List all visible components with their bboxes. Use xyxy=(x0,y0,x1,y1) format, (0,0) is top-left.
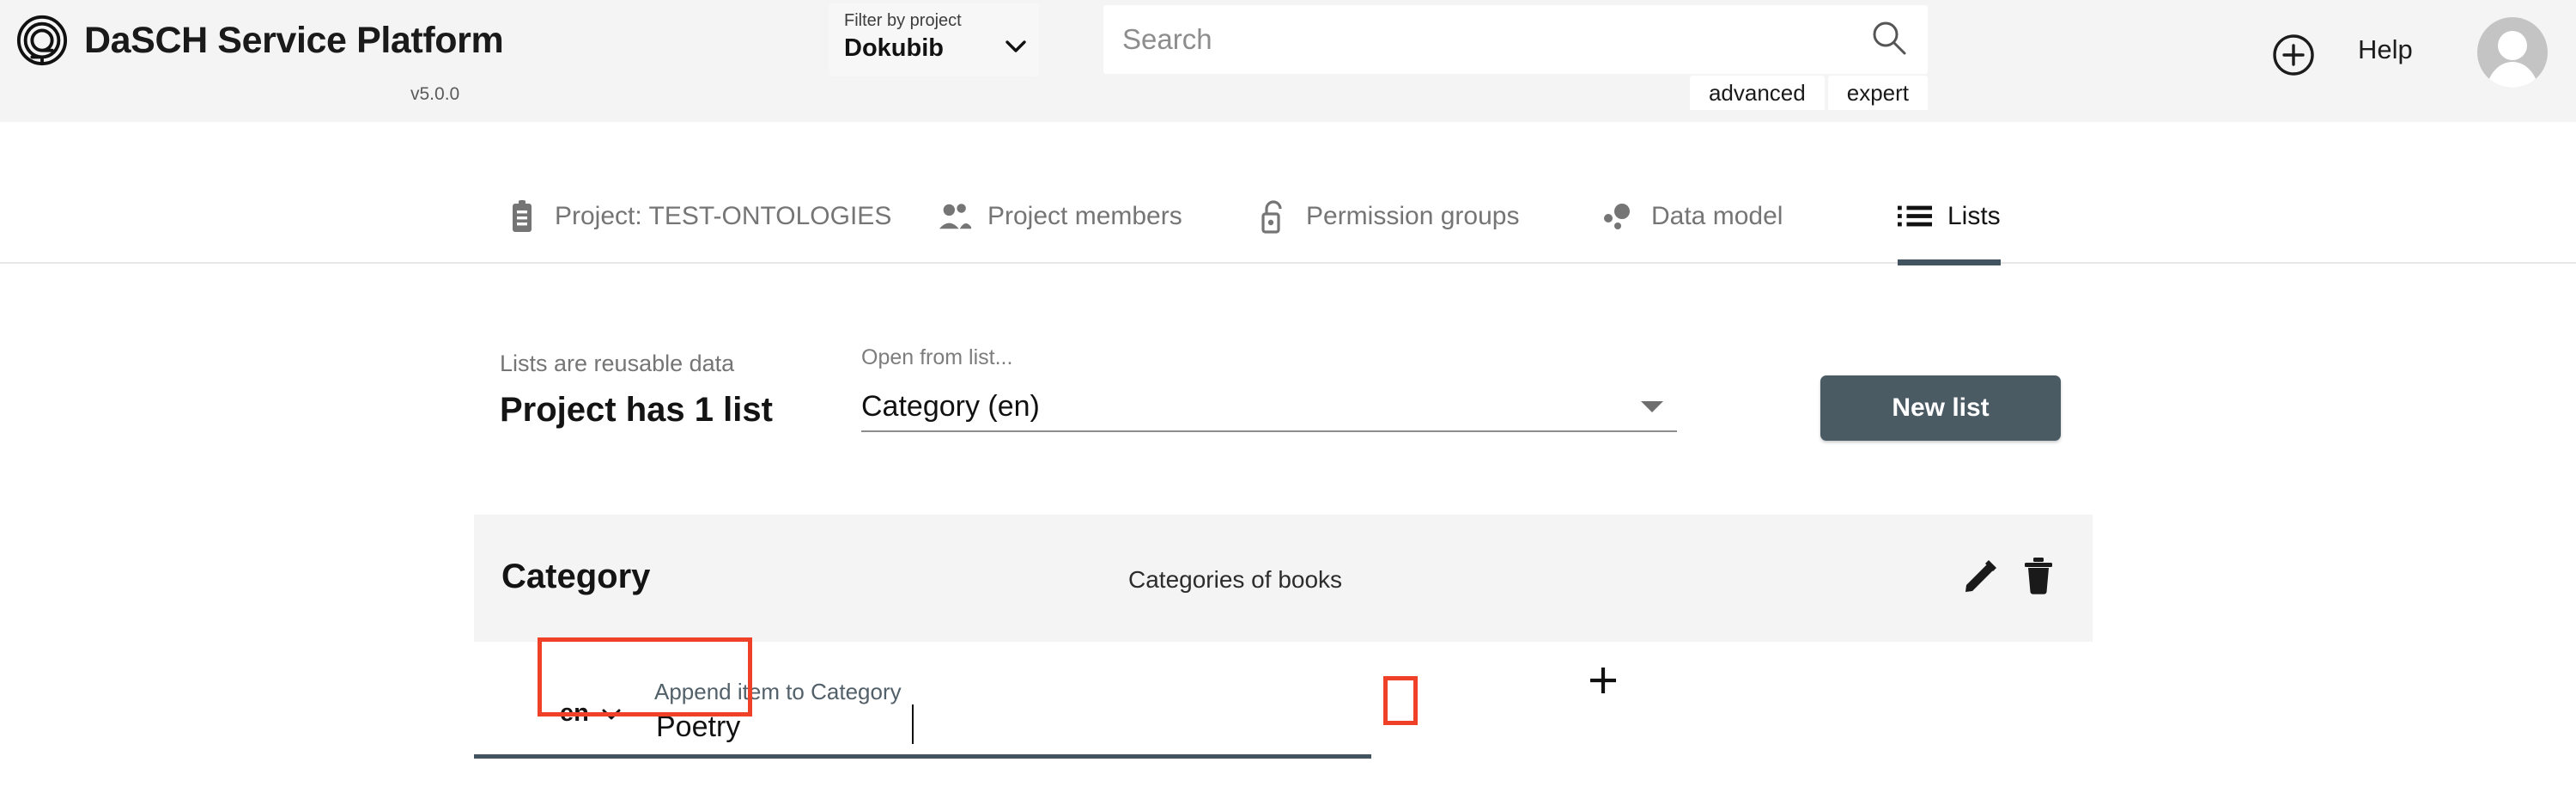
append-item-input[interactable] xyxy=(654,704,1367,749)
text-cursor xyxy=(912,704,914,744)
search-icon[interactable] xyxy=(1869,18,1928,62)
search-bar[interactable] xyxy=(1103,5,1928,74)
chevron-down-icon xyxy=(1005,40,1027,58)
pencil-icon xyxy=(1961,560,2001,598)
user-avatar[interactable] xyxy=(2477,17,2548,88)
append-item-language-select[interactable]: en xyxy=(560,699,622,728)
app-header: DaSCH Service Platform v5.0.0 Filter by … xyxy=(0,0,2576,122)
open-from-list-select[interactable]: Open from list... Category (en) xyxy=(861,345,1677,432)
plus-circle-icon xyxy=(2271,34,2316,80)
tab-lists[interactable]: Lists xyxy=(1889,169,2009,265)
avatar-head-icon xyxy=(2498,31,2527,60)
list-icon xyxy=(1898,199,1932,234)
tab-permission-groups[interactable]: Permission groups xyxy=(1248,169,1528,264)
brand[interactable]: DaSCH Service Platform xyxy=(15,14,504,67)
avatar-body-icon xyxy=(2486,62,2539,88)
tab-data-model-label: Data model xyxy=(1651,202,1783,230)
project-tab-bar: Project: TEST-ONTOLOGIES Project members xyxy=(0,169,2576,265)
tab-permission-groups-label: Permission groups xyxy=(1306,202,1520,230)
search-mode-advanced-button[interactable]: advanced xyxy=(1689,76,1825,110)
bubbles-icon xyxy=(1601,199,1636,234)
people-icon xyxy=(938,199,972,234)
tab-data-model[interactable]: Data model xyxy=(1593,169,1791,264)
unlock-icon xyxy=(1256,199,1291,234)
tab-project-label: Project: TEST-ONTOLOGIES xyxy=(555,202,892,230)
append-item-language-value: en xyxy=(560,699,589,727)
app-root: DaSCH Service Platform v5.0.0 Filter by … xyxy=(0,0,2576,811)
new-list-button[interactable]: New list xyxy=(1820,375,2061,441)
help-button[interactable]: Help xyxy=(2358,34,2413,65)
lists-intro: Lists are reusable data Project has 1 li… xyxy=(500,350,860,430)
search-mode-expert-button[interactable]: expert xyxy=(1827,76,1928,110)
list-comment: Categories of books xyxy=(1128,566,1343,593)
lists-intro-subtitle: Lists are reusable data xyxy=(500,351,735,376)
plus-icon xyxy=(1588,668,1619,698)
list-panel-category: Category Categories of books xyxy=(474,515,2093,642)
append-item-field[interactable]: Append item to Category xyxy=(654,655,1367,758)
open-from-list-value: Category (en) xyxy=(861,389,1040,423)
trash-icon xyxy=(2020,558,2057,598)
delete-list-button[interactable] xyxy=(2020,556,2057,598)
list-name: Category xyxy=(501,558,651,595)
tab-project-members-label: Project members xyxy=(987,202,1182,230)
append-item-label: Append item to Category xyxy=(654,679,902,704)
lists-intro-title: Project has 1 list xyxy=(500,391,773,429)
edit-list-button[interactable] xyxy=(1961,556,2001,598)
search-input[interactable] xyxy=(1103,5,1869,74)
search-mode-buttons: advanced expert xyxy=(1103,76,1928,110)
tab-project[interactable]: Project: TEST-ONTOLOGIES xyxy=(496,169,900,264)
tab-lists-label: Lists xyxy=(1947,202,2001,230)
clipboard-icon xyxy=(505,199,539,234)
app-title: DaSCH Service Platform xyxy=(84,19,504,61)
app-version: v5.0.0 xyxy=(410,84,460,104)
project-filter-label: Filter by project xyxy=(844,11,962,30)
append-item-row: en Append item to Category xyxy=(474,655,2093,759)
project-filter-value: Dokubib xyxy=(844,34,944,62)
chevron-down-icon xyxy=(601,699,622,728)
caret-down-icon xyxy=(1641,400,1663,412)
add-new-button[interactable] xyxy=(2271,33,2316,77)
dasch-spiral-logo-icon xyxy=(15,14,69,67)
tab-project-members[interactable]: Project members xyxy=(929,169,1191,264)
open-from-list-label: Open from list... xyxy=(861,345,1013,369)
append-item-add-button[interactable] xyxy=(1588,665,1619,696)
append-item-underline xyxy=(474,754,1371,759)
project-filter-select[interactable]: Filter by project Dokubib xyxy=(829,3,1039,76)
